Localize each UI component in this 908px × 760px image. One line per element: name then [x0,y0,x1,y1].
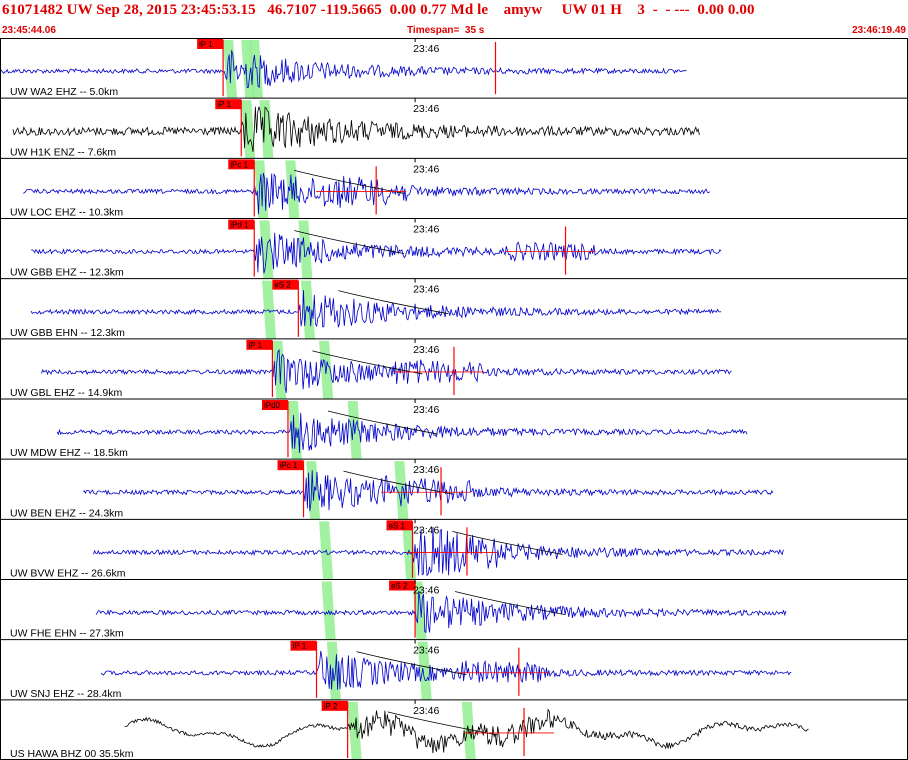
trace-7[interactable]: iPc 1 23:46 UW BEN EHZ -- 24.3km [0,458,908,520]
trace-5[interactable]: iP 1 23:46 UW GBL EHZ -- 14.9km [0,338,908,399]
station-label: UW BVW EHZ -- 26.6km [10,568,126,580]
pick-label: eS 2 [391,582,408,591]
pick-label: iP 2 [324,702,338,711]
waveform-trace [56,412,748,453]
pick-label: iPc 1 [230,160,248,169]
window-start-time: 23:45:44.06 [2,25,56,36]
time-tick-label: 23:46 [413,284,439,296]
trace-8[interactable]: eS 1 23:46 UW BVW EHZ -- 26.6km [0,518,908,580]
trace-9[interactable]: eS 2 23:46 UW FHE EHN -- 27.3km [0,579,908,640]
station-label: UW BEN EHZ -- 24.3km [10,507,123,519]
waveform-trace [100,650,792,690]
trace-11[interactable]: iP 2 23:46 US HAWA BHZ 00 35.5km [0,699,908,760]
trace-6[interactable]: iPd0 23:46 UW MDW EHZ -- 18.5km [0,398,908,460]
timespan-label: Timespan= 35 s [407,25,485,36]
pick-label: iP 1 [217,100,231,109]
time-tick-label: 23:46 [413,585,439,597]
time-tick-label: 23:46 [413,705,439,717]
seismogram-panel[interactable]: iP 1 23:46 UW WA2 EHZ -- 5.0km iP 1 23:46 UW … [0,38,908,760]
waveform-trace [23,172,710,215]
pick-label: eS 2 [274,281,291,290]
pick-label: iPc 1 [280,461,298,470]
window-end-time: 23:46:19.49 [852,25,906,36]
time-tick-label: 23:46 [413,103,439,115]
pick-label: iPd0 [264,401,281,410]
station-label: UW GBB EHZ -- 12.3km [10,267,124,279]
pick-label: iP 1 [293,642,307,651]
time-tick-label: 23:46 [413,344,439,356]
waveform-trace [82,470,774,512]
time-tick-label: 23:46 [413,43,439,55]
trace-0[interactable]: iP 1 23:46 UW WA2 EHZ -- 5.0km [0,38,687,99]
waveform-trace [95,590,787,633]
trace-1[interactable]: iP 1 23:46 UW H1K ENZ -- 7.6km [0,97,908,159]
time-tick-label: 23:46 [413,404,439,416]
time-tick-label: 23:46 [413,464,439,476]
waveform-trace [41,348,732,393]
waveform-trace [12,106,700,152]
station-label: UW GBL EHZ -- 14.9km [10,387,122,399]
station-label: UW MDW EHZ -- 18.5km [10,447,128,459]
station-label: UW H1K ENZ -- 7.6km [10,146,116,158]
waveform-trace [30,290,722,328]
coda-envelope [387,711,498,736]
trace-2[interactable]: iPc 1 23:46 UW LOC EHZ -- 10.3km [0,157,908,219]
time-tick-label: 23:46 [413,524,439,536]
time-tick-label: 23:46 [413,163,439,175]
event-header: 61071482 UW Sep 28, 2015 23:45:53.15 46.… [0,0,908,40]
waveform-trace [0,50,687,89]
pick-label: iPd 1 [230,221,249,230]
event-summary-title: 61071482 UW Sep 28, 2015 23:45:53.15 46.… [2,2,755,18]
pick-label: iP 1 [199,40,213,49]
station-label: UW SNJ EHZ -- 28.4km [10,688,122,700]
station-label: UW FHE EHN -- 27.3km [10,628,124,640]
station-label: UW GBB EHN -- 12.3km [10,327,125,339]
coda-envelope [294,230,405,254]
station-label: UW WA2 EHZ -- 5.0km [10,86,118,98]
time-tick-label: 23:46 [413,645,439,657]
pick-label: iP 1 [248,341,262,350]
station-label: UW LOC EHZ -- 10.3km [10,207,123,219]
trace-3[interactable]: iPd 1 23:46 UW GBB EHZ -- 12.3km [0,218,908,279]
coda-envelope [356,651,467,676]
trace-10[interactable]: iP 1 23:46 UW SNJ EHZ -- 28.4km [0,639,908,700]
pick-label: eS 1 [388,521,405,530]
station-label: US HAWA BHZ 00 35.5km [10,748,134,760]
time-tick-label: 23:46 [413,224,439,236]
seismogram-chart[interactable]: iP 1 23:46 UW WA2 EHZ -- 5.0km iP 1 23:46 UW … [0,38,908,760]
waveform-trace [31,232,722,274]
trace-4[interactable]: eS 2 23:46 UW GBB EHN -- 12.3km [0,278,908,339]
pick-window [285,160,300,219]
